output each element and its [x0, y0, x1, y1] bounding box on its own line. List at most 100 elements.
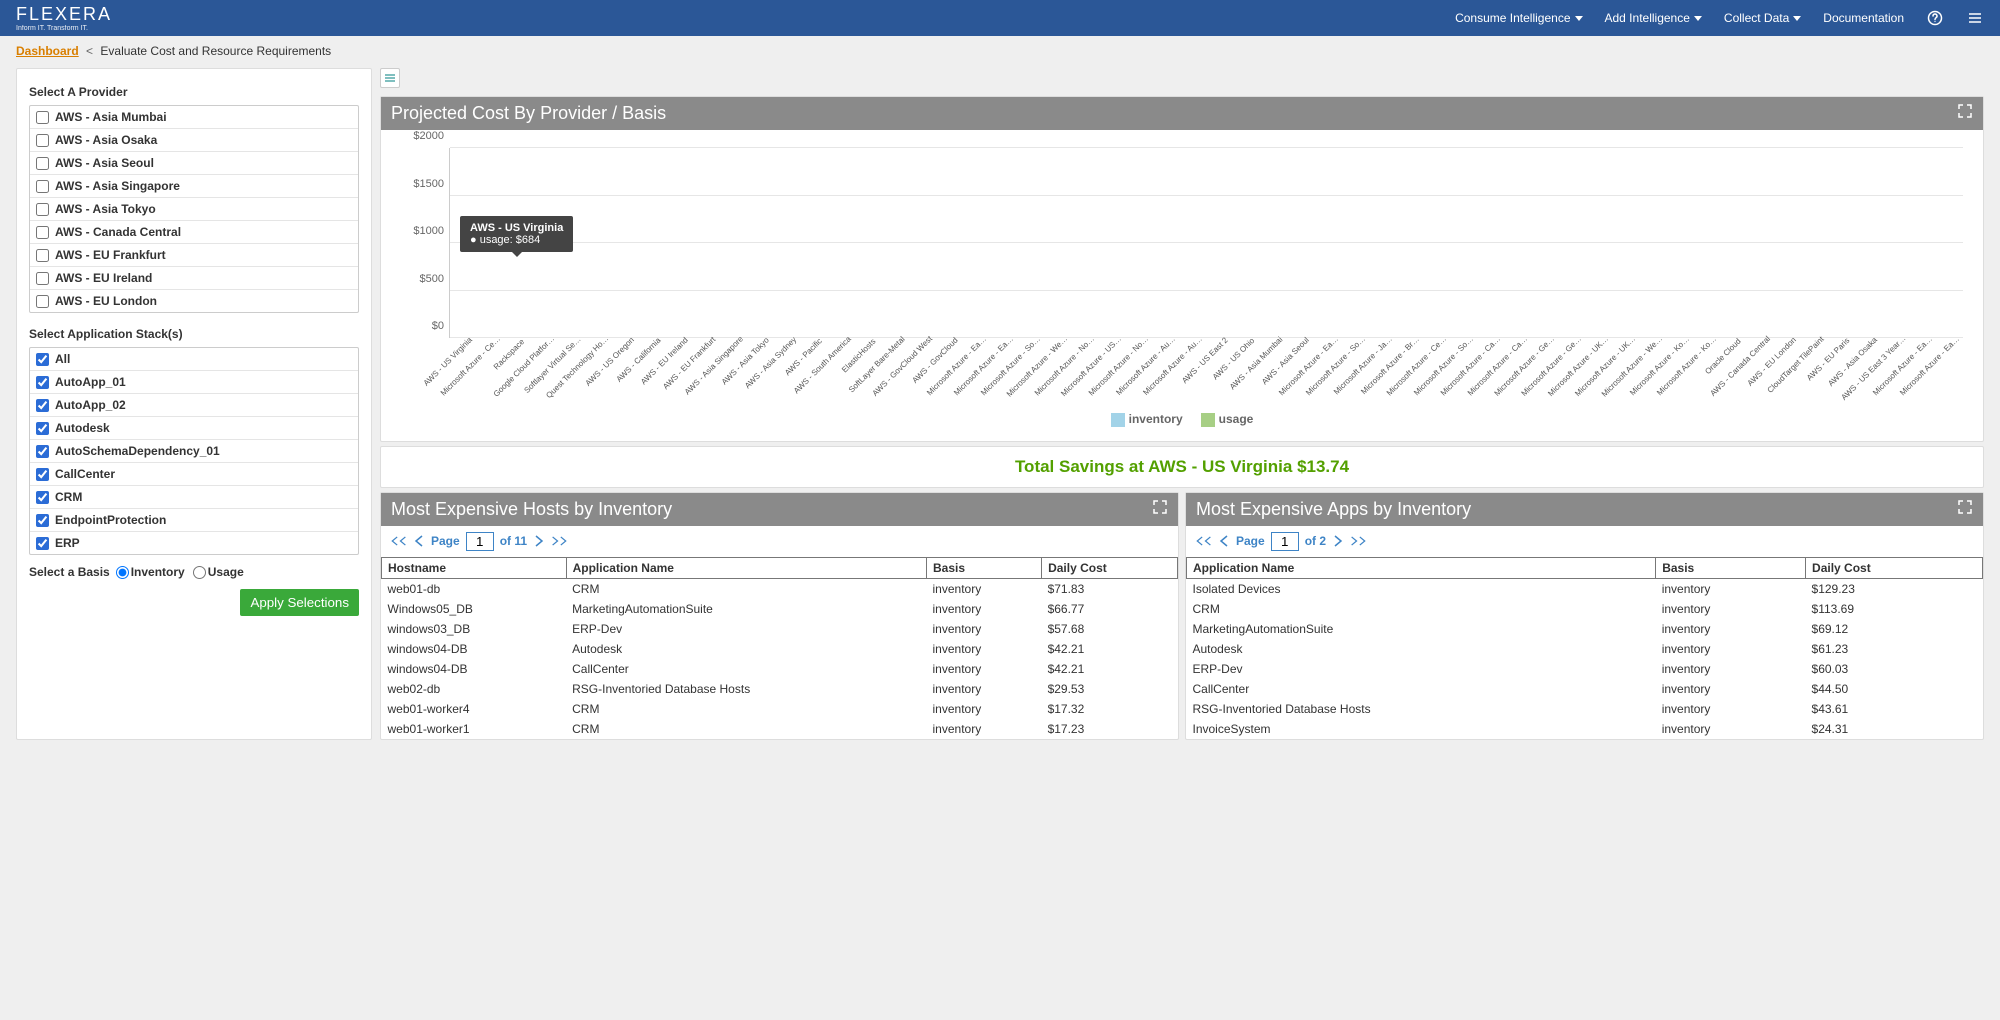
stack-checkbox[interactable]: [36, 537, 49, 550]
stack-checkbox[interactable]: [36, 468, 49, 481]
cell: Autodesk: [1187, 639, 1656, 659]
provider-item[interactable]: AWS - EU Frankfurt: [30, 244, 358, 267]
provider-checkbox[interactable]: [36, 226, 49, 239]
chart-panel: Projected Cost By Provider / Basis AWS -…: [380, 96, 1984, 442]
stack-item[interactable]: AutoSchemaDependency_01: [30, 440, 358, 463]
table-row[interactable]: Isolated Devicesinventory$129.23: [1187, 578, 1983, 599]
expand-icon[interactable]: [1957, 499, 1973, 520]
table-row[interactable]: MarketingAutomationSuiteinventory$69.12: [1187, 619, 1983, 639]
stack-item[interactable]: AutoApp_01: [30, 371, 358, 394]
table-row[interactable]: web01-worker4CRMinventory$17.32: [382, 699, 1178, 719]
provider-checkbox[interactable]: [36, 272, 49, 285]
stack-checkbox[interactable]: [36, 445, 49, 458]
stack-item[interactable]: CRM: [30, 486, 358, 509]
nav-collect[interactable]: Collect Data: [1724, 11, 1801, 25]
provider-checkbox[interactable]: [36, 111, 49, 124]
prev-page-icon[interactable]: [1218, 534, 1230, 548]
provider-item[interactable]: AWS - Asia Singapore: [30, 175, 358, 198]
legend-swatch-inventory: [1111, 413, 1125, 427]
stack-checkbox[interactable]: [36, 514, 49, 527]
stack-item[interactable]: AutoApp_02: [30, 394, 358, 417]
provider-item[interactable]: AWS - Canada Central: [30, 221, 358, 244]
cell: windows04-DB: [382, 639, 567, 659]
nav-consume[interactable]: Consume Intelligence: [1455, 11, 1582, 25]
first-page-icon[interactable]: [1194, 534, 1212, 548]
stack-item[interactable]: EndpointProtection: [30, 509, 358, 532]
stack-label: AutoSchemaDependency_01: [55, 444, 220, 458]
expand-icon[interactable]: [1152, 499, 1168, 520]
brand-name: FLEXERa: [16, 5, 112, 23]
stacks-list: AllAutoApp_01AutoApp_02Autodesk AutoSchem…: [29, 347, 359, 555]
provider-item[interactable]: AWS - Asia Tokyo: [30, 198, 358, 221]
provider-label: AWS - Asia Seoul: [55, 156, 154, 170]
col-header[interactable]: Daily Cost: [1806, 557, 1983, 578]
stack-item[interactable]: Autodesk: [30, 417, 358, 440]
cell: inventory: [927, 699, 1042, 719]
cell: web01-worker4: [382, 699, 567, 719]
help-icon[interactable]: [1926, 9, 1944, 27]
cell: Isolated Devices: [1187, 578, 1656, 599]
table-row[interactable]: web01-dbCRMinventory$71.83: [382, 578, 1178, 599]
basis-row: Select a Basis Inventory Usage: [29, 565, 359, 579]
col-header[interactable]: Daily Cost: [1042, 557, 1178, 578]
stack-checkbox[interactable]: [36, 399, 49, 412]
stack-item[interactable]: ERP: [30, 532, 358, 554]
table-row[interactable]: windows04-DBAutodeskinventory$42.21: [382, 639, 1178, 659]
provider-checkbox[interactable]: [36, 295, 49, 308]
first-page-icon[interactable]: [389, 534, 407, 548]
provider-checkbox[interactable]: [36, 203, 49, 216]
table-row[interactable]: CallCenterinventory$44.50: [1187, 679, 1983, 699]
col-header[interactable]: Application Name: [1187, 557, 1656, 578]
cell: windows03_DB: [382, 619, 567, 639]
provider-item[interactable]: AWS - Asia Mumbai: [30, 106, 358, 129]
apply-selections-button[interactable]: Apply Selections: [240, 589, 359, 616]
col-header[interactable]: Application Name: [566, 557, 926, 578]
next-page-icon[interactable]: [533, 534, 545, 548]
expand-icon[interactable]: [1957, 103, 1973, 124]
table-row[interactable]: ERP-Devinventory$60.03: [1187, 659, 1983, 679]
nav-documentation[interactable]: Documentation: [1823, 11, 1904, 25]
last-page-icon[interactable]: [1350, 534, 1368, 548]
stack-checkbox[interactable]: [36, 353, 49, 366]
apps-panel: Most Expensive Apps by Inventory Page of…: [1185, 492, 1984, 740]
provider-checkbox[interactable]: [36, 180, 49, 193]
provider-item[interactable]: AWS - EU Ireland: [30, 267, 358, 290]
provider-item[interactable]: AWS - Asia Seoul: [30, 152, 358, 175]
stack-label: CallCenter: [55, 467, 115, 481]
provider-item[interactable]: AWS - EU London: [30, 290, 358, 312]
provider-checkbox[interactable]: [36, 157, 49, 170]
cell: CallCenter: [1187, 679, 1656, 699]
stack-checkbox[interactable]: [36, 376, 49, 389]
page-input[interactable]: [466, 532, 494, 551]
page-input[interactable]: [1271, 532, 1299, 551]
breadcrumb-root[interactable]: Dashboard: [16, 44, 79, 58]
last-page-icon[interactable]: [551, 534, 569, 548]
stack-item[interactable]: All: [30, 348, 358, 371]
table-row[interactable]: RSG-Inventoried Database Hostsinventory$…: [1187, 699, 1983, 719]
table-row[interactable]: windows04-DBCallCenterinventory$42.21: [382, 659, 1178, 679]
basis-usage-radio[interactable]: [193, 566, 206, 579]
table-row[interactable]: Autodeskinventory$61.23: [1187, 639, 1983, 659]
table-row[interactable]: web01-worker1CRMinventory$17.23: [382, 719, 1178, 739]
nav-add[interactable]: Add Intelligence: [1605, 11, 1702, 25]
provider-checkbox[interactable]: [36, 134, 49, 147]
stack-checkbox[interactable]: [36, 422, 49, 435]
table-row[interactable]: CRMinventory$113.69: [1187, 599, 1983, 619]
provider-checkbox[interactable]: [36, 249, 49, 262]
col-header[interactable]: Basis: [927, 557, 1042, 578]
provider-item[interactable]: AWS - Asia Osaka: [30, 129, 358, 152]
table-row[interactable]: web02-dbRSG-Inventoried Database Hostsin…: [382, 679, 1178, 699]
col-header[interactable]: Basis: [1656, 557, 1806, 578]
col-header[interactable]: Hostname: [382, 557, 567, 578]
stack-checkbox[interactable]: [36, 491, 49, 504]
apps-title: Most Expensive Apps by Inventory: [1196, 499, 1471, 520]
menu-icon[interactable]: [1966, 9, 1984, 27]
prev-page-icon[interactable]: [413, 534, 425, 548]
table-row[interactable]: Windows05_DBMarketingAutomationSuiteinve…: [382, 599, 1178, 619]
toggle-sidebar-button[interactable]: [380, 68, 400, 88]
table-row[interactable]: windows03_DBERP-Devinventory$57.68: [382, 619, 1178, 639]
basis-inventory-radio[interactable]: [116, 566, 129, 579]
next-page-icon[interactable]: [1332, 534, 1344, 548]
table-row[interactable]: InvoiceSysteminventory$24.31: [1187, 719, 1983, 739]
stack-item[interactable]: CallCenter: [30, 463, 358, 486]
